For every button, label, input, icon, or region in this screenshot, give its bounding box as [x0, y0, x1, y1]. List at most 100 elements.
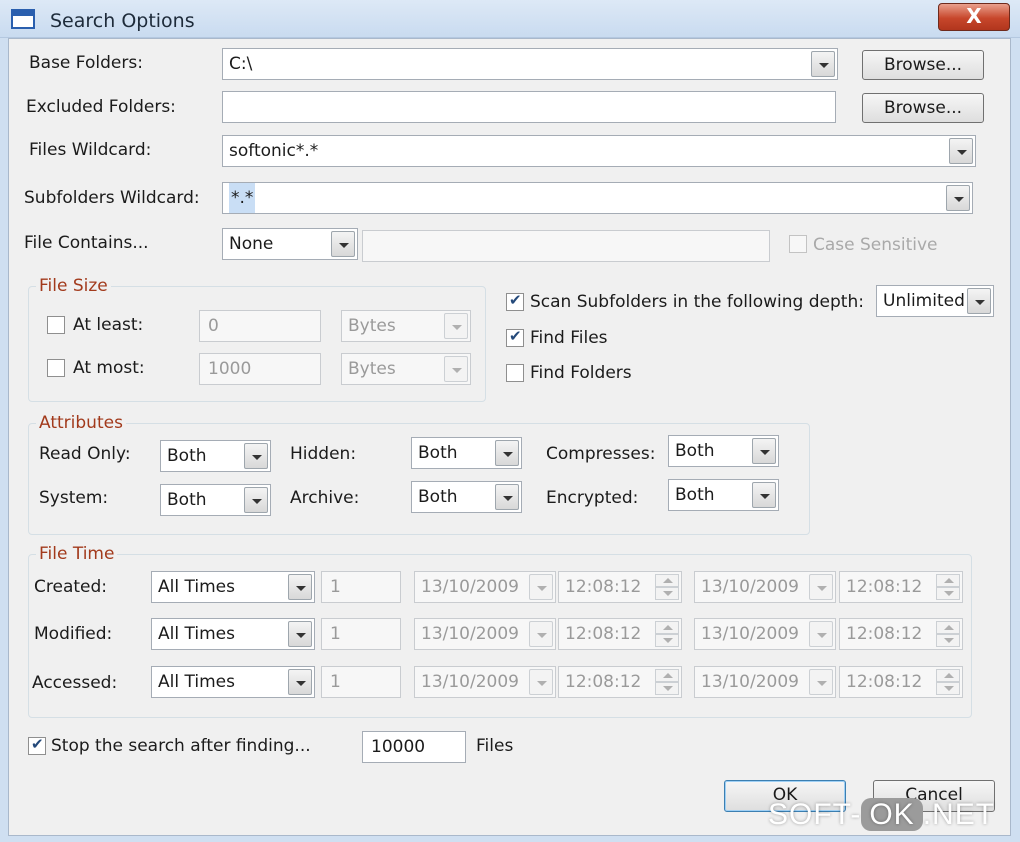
accessed-time1-spinner[interactable]: 12:08:12: [558, 666, 682, 698]
archive-value: Both: [418, 487, 458, 507]
chevron-down-icon[interactable]: [967, 288, 991, 314]
created-date2-value: 13/10/2009: [701, 577, 799, 597]
chevron-down-icon[interactable]: [811, 51, 835, 77]
accessed-mode-combo[interactable]: All Times: [151, 666, 315, 698]
at-least-unit-value: Bytes: [348, 316, 396, 336]
accessed-time2-value: 12:08:12: [846, 672, 923, 692]
chevron-down-icon[interactable]: [288, 621, 312, 647]
system-combo[interactable]: Both: [160, 484, 271, 516]
depth-value: Unlimited: [883, 291, 965, 311]
modified-time1-spinner[interactable]: 12:08:12: [558, 618, 682, 650]
excluded-folders-input[interactable]: [222, 91, 836, 123]
at-least-unit-combo[interactable]: Bytes: [341, 310, 471, 342]
modified-label: Modified:: [34, 624, 113, 644]
chevron-down-icon[interactable]: [752, 482, 776, 508]
calendar-dropdown-icon[interactable]: [809, 669, 833, 695]
file-contains-text-input[interactable]: [362, 230, 770, 262]
subfolders-wildcard-value: *.*: [229, 183, 256, 213]
modified-num-input[interactable]: 1: [321, 618, 401, 650]
case-sensitive-checkbox[interactable]: [789, 235, 807, 253]
find-files-checkbox[interactable]: [506, 327, 524, 347]
accessed-date2-picker[interactable]: 13/10/2009: [694, 666, 836, 698]
spin-up-icon[interactable]: [655, 669, 679, 682]
at-most-unit-value: Bytes: [348, 359, 396, 379]
modified-time2-spinner[interactable]: 12:08:12: [839, 618, 963, 650]
spin-down-icon[interactable]: [936, 587, 960, 600]
accessed-date1-picker[interactable]: 13/10/2009: [414, 666, 556, 698]
modified-time2-value: 12:08:12: [846, 624, 923, 644]
base-folders-browse-button[interactable]: Browse...: [862, 50, 984, 80]
archive-combo[interactable]: Both: [411, 481, 522, 513]
calendar-dropdown-icon[interactable]: [809, 621, 833, 647]
compresses-combo[interactable]: Both: [668, 435, 779, 467]
spin-up-icon[interactable]: [936, 574, 960, 587]
chevron-down-icon[interactable]: [288, 669, 312, 695]
chevron-down-icon[interactable]: [444, 356, 468, 382]
created-time2-spinner[interactable]: 12:08:12: [839, 571, 963, 603]
spin-up-icon[interactable]: [936, 669, 960, 682]
calendar-dropdown-icon[interactable]: [529, 574, 553, 600]
file-contains-label: File Contains...: [24, 233, 149, 253]
spin-up-icon[interactable]: [936, 621, 960, 634]
at-most-unit-combo[interactable]: Bytes: [341, 353, 471, 385]
base-folders-label: Base Folders:: [29, 53, 143, 73]
created-num-input[interactable]: 1: [321, 571, 401, 603]
scan-subfolders-checkbox[interactable]: [506, 291, 524, 311]
chevron-down-icon[interactable]: [495, 440, 519, 466]
archive-label: Archive:: [290, 488, 360, 508]
chevron-down-icon[interactable]: [244, 487, 268, 513]
at-most-input[interactable]: 1000: [199, 353, 321, 385]
chevron-down-icon[interactable]: [244, 443, 268, 469]
accessed-num-input[interactable]: 1: [321, 666, 401, 698]
spin-down-icon[interactable]: [655, 634, 679, 647]
title-bar: Search Options X: [0, 0, 1020, 38]
system-value: Both: [167, 490, 207, 510]
file-contains-mode-combo[interactable]: None: [222, 228, 358, 260]
chevron-down-icon[interactable]: [495, 484, 519, 510]
depth-combo[interactable]: Unlimited: [876, 285, 994, 317]
find-folders-checkbox[interactable]: [506, 364, 524, 382]
at-most-checkbox[interactable]: [47, 359, 65, 377]
chevron-down-icon[interactable]: [752, 438, 776, 464]
spin-down-icon[interactable]: [655, 682, 679, 695]
spin-down-icon[interactable]: [655, 587, 679, 600]
files-suffix-label: Files: [476, 736, 514, 756]
created-date1-picker[interactable]: 13/10/2009: [414, 571, 556, 603]
created-mode-combo[interactable]: All Times: [151, 571, 315, 603]
spin-down-icon[interactable]: [936, 682, 960, 695]
hidden-combo[interactable]: Both: [411, 437, 522, 469]
at-least-checkbox[interactable]: [47, 316, 65, 334]
chevron-down-icon[interactable]: [949, 138, 973, 164]
chevron-down-icon[interactable]: [444, 313, 468, 339]
spin-up-icon[interactable]: [655, 574, 679, 587]
spin-up-icon[interactable]: [655, 621, 679, 634]
files-wildcard-combo[interactable]: softonic*.*: [222, 135, 976, 167]
stop-count-input[interactable]: 10000: [362, 731, 466, 763]
spin-down-icon[interactable]: [936, 634, 960, 647]
encrypted-combo[interactable]: Both: [668, 479, 779, 511]
chevron-down-icon[interactable]: [946, 185, 970, 211]
base-folders-combo[interactable]: C:\: [222, 48, 838, 80]
subfolders-wildcard-combo[interactable]: *.*: [222, 182, 973, 214]
chevron-down-icon[interactable]: [288, 574, 312, 600]
at-least-input[interactable]: 0: [199, 310, 321, 342]
compresses-label: Compresses:: [546, 444, 656, 464]
hidden-label: Hidden:: [290, 444, 357, 464]
calendar-dropdown-icon[interactable]: [809, 574, 833, 600]
close-button[interactable]: X: [938, 3, 1010, 31]
created-date2-picker[interactable]: 13/10/2009: [694, 571, 836, 603]
calendar-dropdown-icon[interactable]: [529, 621, 553, 647]
created-time1-spinner[interactable]: 12:08:12: [558, 571, 682, 603]
modified-date2-picker[interactable]: 13/10/2009: [694, 618, 836, 650]
calendar-dropdown-icon[interactable]: [529, 669, 553, 695]
modified-date1-value: 13/10/2009: [421, 624, 519, 644]
chevron-down-icon[interactable]: [331, 231, 355, 257]
stop-search-checkbox[interactable]: [28, 735, 46, 755]
modified-mode-combo[interactable]: All Times: [151, 618, 315, 650]
accessed-time2-spinner[interactable]: 12:08:12: [839, 666, 963, 698]
read-only-combo[interactable]: Both: [160, 440, 271, 472]
created-time1-value: 12:08:12: [565, 577, 642, 597]
file-time-legend: File Time: [36, 544, 118, 564]
excluded-folders-browse-button[interactable]: Browse...: [862, 93, 984, 123]
modified-date1-picker[interactable]: 13/10/2009: [414, 618, 556, 650]
